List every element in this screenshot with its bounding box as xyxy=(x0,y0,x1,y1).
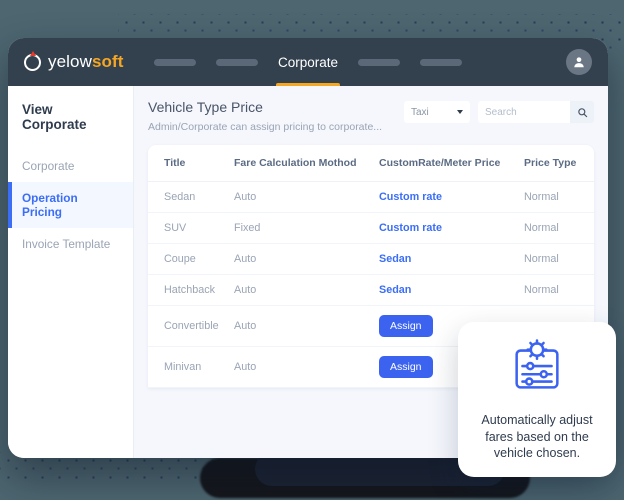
vehicle-category-select-value: Taxi xyxy=(411,106,429,118)
content-header: Vehicle Type Price Admin/Corporate can a… xyxy=(148,99,594,133)
top-navbar: yelowsoft Corporate xyxy=(8,38,608,86)
table-row: Hatchback Auto Sedan Normal xyxy=(148,274,594,306)
column-header-fare-method[interactable]: Fare Calculation Mothod xyxy=(234,145,379,182)
nav-tab-placeholder-4[interactable] xyxy=(420,58,463,66)
sidebar-item-operation-pricing[interactable]: Operation Pricing xyxy=(8,182,133,228)
cell-price-type: Normal xyxy=(524,212,594,244)
cell-fare-method: Auto xyxy=(234,346,379,388)
vehicle-category-select[interactable]: Taxi xyxy=(404,101,470,123)
assign-button[interactable]: Assign xyxy=(379,356,433,378)
cell-fare-method: Auto xyxy=(234,181,379,213)
chevron-down-icon xyxy=(457,110,463,114)
cell-title: Minivan xyxy=(148,346,234,388)
search-icon xyxy=(577,107,587,117)
user-avatar-icon[interactable] xyxy=(566,49,592,75)
column-header-custom-rate[interactable]: CustomRate/Meter Price xyxy=(379,145,524,182)
cell-title: SUV xyxy=(148,212,234,244)
sidebar-item-corporate[interactable]: Corporate xyxy=(8,150,133,182)
cell-fare-method: Auto xyxy=(234,243,379,275)
cell-price-type: Normal xyxy=(524,274,594,306)
custom-rate-link[interactable]: Sedan xyxy=(379,253,411,265)
nav-items: Corporate xyxy=(153,38,463,86)
cell-custom-rate: Custom rate xyxy=(379,181,524,213)
nav-tab-corporate[interactable]: Corporate xyxy=(275,38,341,86)
column-header-title[interactable]: Title xyxy=(148,145,234,182)
sidebar-title: View Corporate xyxy=(22,102,87,132)
content-header-text: Vehicle Type Price Admin/Corporate can a… xyxy=(148,99,382,133)
cell-title: Convertible xyxy=(148,305,234,347)
nav-tab-placeholder-3[interactable] xyxy=(358,58,401,66)
logo-text-primary: yelow xyxy=(48,52,92,71)
cell-custom-rate: Sedan xyxy=(379,243,524,275)
content-toolbar: Taxi xyxy=(404,101,594,123)
logo-text-accent: soft xyxy=(91,52,124,71)
feature-callout-card: Automatically adjust fares based on the … xyxy=(458,322,616,477)
cell-fare-method: Fixed xyxy=(234,212,379,244)
cell-custom-rate: Sedan xyxy=(379,274,524,306)
assign-button[interactable]: Assign xyxy=(379,315,433,337)
custom-rate-link[interactable]: Sedan xyxy=(379,284,411,296)
cell-title: Hatchback xyxy=(148,274,234,306)
page-title: Vehicle Type Price xyxy=(148,99,263,115)
page-stage: yelowsoft Corporate View Corporate Corpo… xyxy=(0,0,624,500)
sidebar-item-invoice-template[interactable]: Invoice Template xyxy=(8,228,133,260)
cell-price-type: Normal xyxy=(524,181,594,213)
column-header-price-type[interactable]: Price Type xyxy=(524,145,594,182)
feature-callout-text: Automatically adjust fares based on the … xyxy=(481,412,593,461)
cell-fare-method: Auto xyxy=(234,305,379,347)
search-input[interactable] xyxy=(478,101,570,123)
decorative-dot-pattern-top xyxy=(118,14,624,40)
table-row: Coupe Auto Sedan Normal xyxy=(148,243,594,275)
nav-tab-placeholder-2[interactable] xyxy=(215,58,258,66)
cell-fare-method: Auto xyxy=(234,274,379,306)
custom-rate-link[interactable]: Custom rate xyxy=(379,191,442,203)
page-subtitle: Admin/Corporate can assign pricing to co… xyxy=(148,121,383,133)
table-head: Title Fare Calculation Mothod CustomRate… xyxy=(148,145,594,182)
logo-text: yelowsoft xyxy=(48,52,124,72)
cell-price-type: Normal xyxy=(524,243,594,275)
sidebar: View Corporate Corporate Operation Prici… xyxy=(8,86,134,458)
circle-pin-icon xyxy=(24,53,41,71)
cell-custom-rate: Custom rate xyxy=(379,212,524,244)
app-logo[interactable]: yelowsoft xyxy=(24,52,124,72)
table-header-row: Title Fare Calculation Mothod CustomRate… xyxy=(148,145,594,182)
fare-settings-sliders-icon xyxy=(506,337,568,404)
custom-rate-link[interactable]: Custom rate xyxy=(379,222,442,234)
table-row: Sedan Auto Custom rate Normal xyxy=(148,181,594,213)
search-button[interactable] xyxy=(570,101,594,123)
cell-title: Sedan xyxy=(148,181,234,213)
cell-title: Coupe xyxy=(148,243,234,275)
search-box xyxy=(478,101,594,123)
nav-tab-placeholder-1[interactable] xyxy=(153,58,196,66)
table-row: SUV Fixed Custom rate Normal xyxy=(148,212,594,244)
